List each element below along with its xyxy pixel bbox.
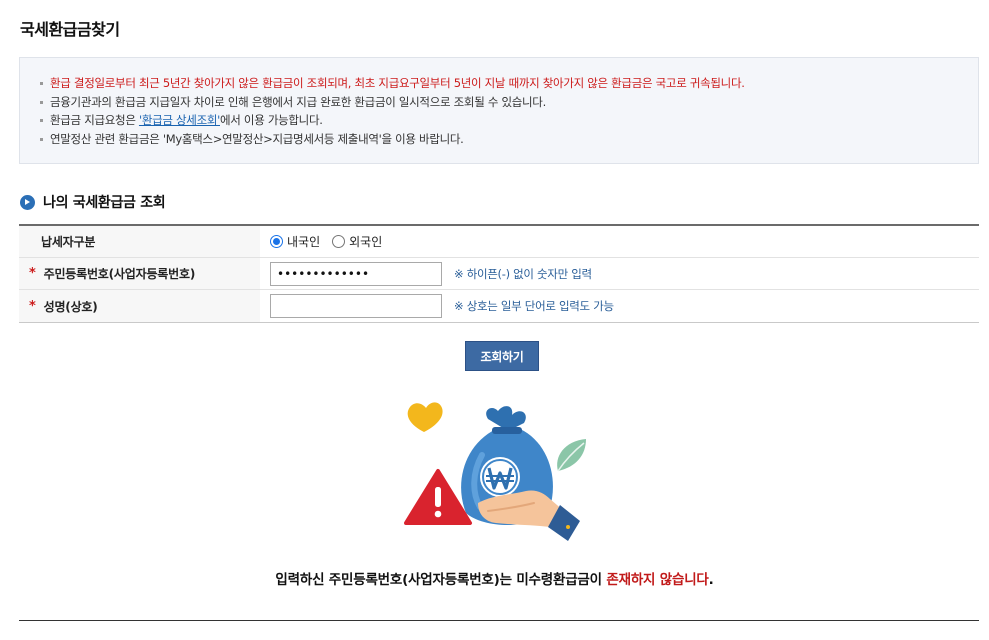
arrow-circle-icon	[20, 194, 35, 210]
radio-foreigner-circle[interactable]	[332, 235, 346, 248]
won-coin-icon	[480, 457, 520, 497]
bottom-divider	[19, 620, 979, 621]
money-bag-warning-illustration	[404, 402, 586, 541]
result-suffix: .	[708, 572, 714, 588]
notice-item-3-suffix: 에서 이용 가능합니다.	[220, 113, 323, 127]
name-value: ※ 상호는 일부 단어로 입력도 가능	[260, 290, 979, 322]
leaf-icon	[557, 439, 586, 472]
id-number-input[interactable]	[270, 261, 442, 286]
radio-domestic-circle[interactable]	[270, 235, 283, 248]
notice-box: 환급 결정일로부터 최근 5년간 찾아가지 않은 환급금이 조회되며, 최초 지…	[19, 57, 979, 164]
notice-item-2: 금융기관과의 환급금 지급일자 차이로 인해 은행에서 지급 완료한 환급금이 …	[40, 93, 978, 112]
taxpayer-type-label: 납세자구분	[19, 226, 260, 257]
taxpayer-type-row: 납세자구분 내국인 외국인	[19, 226, 979, 258]
search-form-table: 납세자구분 내국인 외국인 * 주민등록번호(사업자등록번호) ※ 하이픈(-)…	[19, 224, 979, 323]
refund-detail-link[interactable]: '환급금 상세조회'	[139, 113, 220, 127]
name-hint: ※ 상호는 일부 단어로 입력도 가능	[454, 299, 614, 313]
result-prefix: 입력하신 주민등록번호(사업자등록번호)는 미수령환급금이	[275, 572, 607, 588]
name-input[interactable]	[270, 294, 442, 318]
radio-domestic[interactable]: 내국인	[270, 233, 320, 250]
radio-domestic-label[interactable]: 내국인	[287, 233, 320, 250]
id-number-label-cell: * 주민등록번호(사업자등록번호)	[19, 258, 260, 289]
notice-item-4: 연말정산 관련 환급금은 'My홈택스>연말정산>지급명세서등 제출내역'을 이…	[40, 130, 978, 149]
id-number-hint: ※ 하이픈(-) 없이 숫자만 입력	[454, 266, 592, 281]
page-title: 국세환급금찾기	[20, 20, 120, 39]
notice-item-3: 환급금 지급요청은 '환급금 상세조회'에서 이용 가능합니다.	[40, 111, 978, 130]
notice-item-1: 환급 결정일로부터 최근 5년간 찾아가지 않은 환급금이 조회되며, 최초 지…	[40, 74, 978, 93]
id-number-row: * 주민등록번호(사업자등록번호) ※ 하이픈(-) 없이 숫자만 입력	[19, 258, 979, 290]
section-header: 나의 국세환급금 조회	[20, 192, 166, 212]
warning-icon	[404, 469, 472, 525]
result-highlight: 존재하지 않습니다	[606, 572, 709, 588]
radio-foreigner-label[interactable]: 외국인	[349, 233, 382, 250]
hand-icon	[478, 490, 580, 541]
required-mark: *	[29, 298, 36, 314]
required-mark: *	[29, 266, 36, 281]
search-button[interactable]: 조회하기	[465, 341, 539, 371]
heart-icon	[407, 402, 443, 432]
name-label-cell: * 성명(상호)	[19, 290, 260, 322]
name-row: * 성명(상호) ※ 상호는 일부 단어로 입력도 가능	[19, 290, 979, 322]
section-title: 나의 국세환급금 조회	[43, 195, 166, 211]
notice-item-3-prefix: 환급금 지급요청은	[50, 113, 139, 127]
id-number-label: 주민등록번호(사업자등록번호)	[43, 267, 196, 281]
name-label: 성명(상호)	[43, 299, 98, 314]
taxpayer-type-value: 내국인 외국인	[260, 226, 979, 257]
id-number-value: ※ 하이픈(-) 없이 숫자만 입력	[260, 258, 979, 289]
radio-foreigner[interactable]: 외국인	[332, 233, 382, 250]
result-message: 입력하신 주민등록번호(사업자등록번호)는 미수령환급금이 존재하지 않습니다.	[0, 568, 989, 588]
